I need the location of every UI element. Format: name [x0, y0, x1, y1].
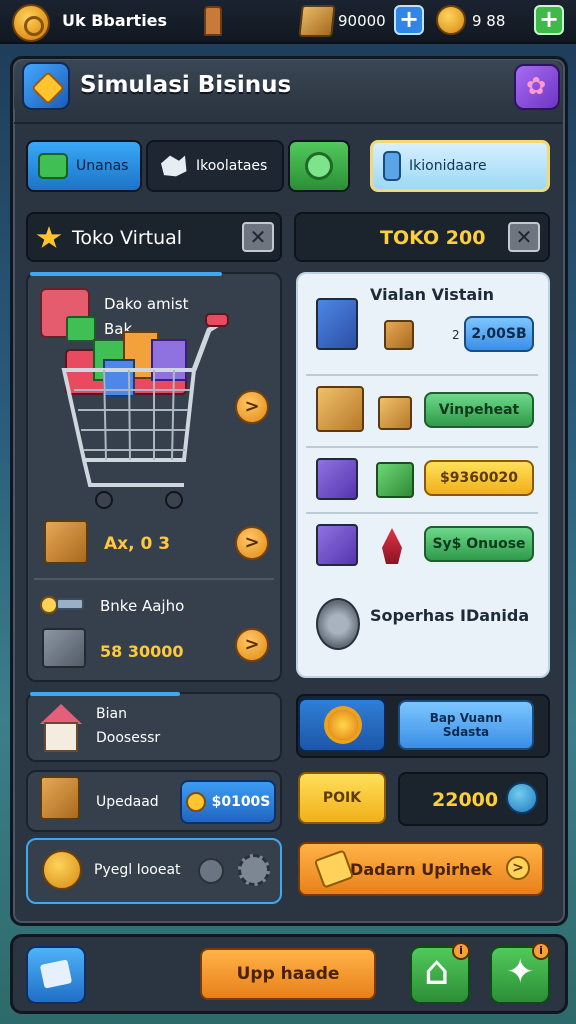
trophy-icon [204, 6, 222, 36]
resource2-value: 9 88 [472, 12, 506, 30]
upgrade-cost: $0100S [211, 794, 271, 810]
small-box-icon [384, 320, 414, 350]
page-title: Simulasi Bisinus [80, 72, 292, 98]
phone-icon [383, 151, 401, 181]
business-icon [22, 62, 70, 110]
package-icon [44, 520, 88, 564]
key-icon [40, 592, 86, 616]
stat-value: Ax, 0 3 [104, 534, 171, 554]
poik-button[interactable]: POIK [298, 772, 386, 824]
event-button-line1: Bap Vuann [429, 711, 503, 725]
green-crate-icon [376, 462, 414, 498]
resource1-value: 90000 [338, 12, 386, 30]
stat-arrow-button[interactable]: > [235, 526, 269, 560]
row1-price-button[interactable]: 2,00SB [464, 316, 534, 352]
tab-label: Unanas [76, 158, 129, 174]
chevron-right-icon: > [506, 856, 530, 880]
add-resource2-button[interactable]: + [534, 5, 564, 35]
purple-crate-icon [316, 524, 358, 566]
gift-button[interactable] [514, 64, 560, 110]
divider [306, 446, 538, 448]
row4-action-button[interactable]: Sy$ Onuose [424, 526, 534, 562]
package-icon [40, 776, 80, 820]
close-left-button[interactable]: ✕ [242, 222, 274, 252]
tab-ikoolataes[interactable]: Ikoolataes [146, 140, 284, 192]
toko-200-title: TOKO 200 [380, 227, 486, 249]
add-resource1-button[interactable]: + [394, 5, 424, 35]
upgrade-label: Upedaad [96, 794, 159, 810]
divider [34, 578, 274, 580]
bank-title: Bnke Aajho [100, 597, 185, 615]
house-icon [40, 704, 82, 752]
value-display: 22000 [432, 789, 499, 811]
skull-icon[interactable] [198, 858, 224, 884]
coin-icon [185, 792, 206, 812]
divider [306, 512, 538, 514]
tab-label: Ikoolataes [196, 158, 268, 174]
upgrade-button[interactable]: Upp haade [200, 948, 376, 1000]
player-name: Uk Bbarties [62, 11, 168, 30]
gold-coin-icon [436, 5, 466, 35]
upgrade-ticket-label: Dadarn Upirhek [350, 859, 492, 879]
purple-crate-icon [316, 458, 358, 500]
tab-unanas[interactable]: Unanas [26, 140, 142, 192]
upgrade-cost-button[interactable]: $0100S [180, 780, 276, 824]
crate-icon [298, 5, 336, 37]
card-accent [30, 272, 222, 276]
bank-arrow-button[interactable]: > [235, 628, 269, 662]
sun-button[interactable] [298, 698, 386, 752]
bank-value: 58 30000 [100, 642, 184, 661]
gear-icon[interactable] [238, 854, 270, 886]
upgrade-ticket-button[interactable]: Dadarn Upirhek > [298, 842, 544, 896]
event-button-line2: Sdasta [442, 725, 490, 739]
clock-icon [305, 152, 333, 180]
splash-icon [161, 155, 187, 177]
map-button[interactable] [26, 946, 86, 1004]
notification-badge: i [452, 942, 470, 960]
coins-stack-icon [42, 850, 82, 890]
tab-ikionidaare[interactable]: Ikionidaare [370, 140, 550, 192]
shopping-cart-icon [61, 313, 229, 509]
card-accent [30, 692, 180, 696]
next-arrow-button[interactable]: > [235, 390, 269, 424]
open-box-icon [316, 386, 364, 432]
ticket-icon [313, 849, 355, 889]
coins-label: Pyegl Iooeat [94, 862, 181, 878]
close-right-button[interactable]: ✕ [508, 222, 540, 252]
notification-badge: i [532, 942, 550, 960]
globe-icon[interactable] [506, 782, 538, 814]
vialan-title: Vialan Vistain [370, 285, 495, 304]
toko-virtual-title: Toko Virtual [72, 227, 183, 249]
tab-clock[interactable] [288, 140, 350, 192]
blue-machine-icon [316, 298, 358, 350]
row3-price-button[interactable]: $9360020 [424, 460, 534, 496]
divider [306, 374, 538, 376]
house-title-line2: Doosessr [96, 730, 161, 746]
row1-number: 2 [452, 328, 460, 342]
row2-action-button[interactable]: Vinpeheat [424, 392, 534, 428]
vault-icon [316, 598, 360, 650]
safe-icon [42, 628, 86, 668]
coin-badge-icon[interactable] [12, 4, 50, 42]
divider [14, 122, 562, 124]
vialan-footer-title: Soperhas IDanida [370, 606, 530, 625]
produce-box-icon [378, 396, 412, 430]
house-title-line1: Bian [96, 706, 127, 722]
event-button[interactable]: Bap Vuann Sdasta [398, 700, 534, 750]
green-box-icon [38, 153, 68, 179]
tab-label: Ikionidaare [409, 158, 487, 174]
